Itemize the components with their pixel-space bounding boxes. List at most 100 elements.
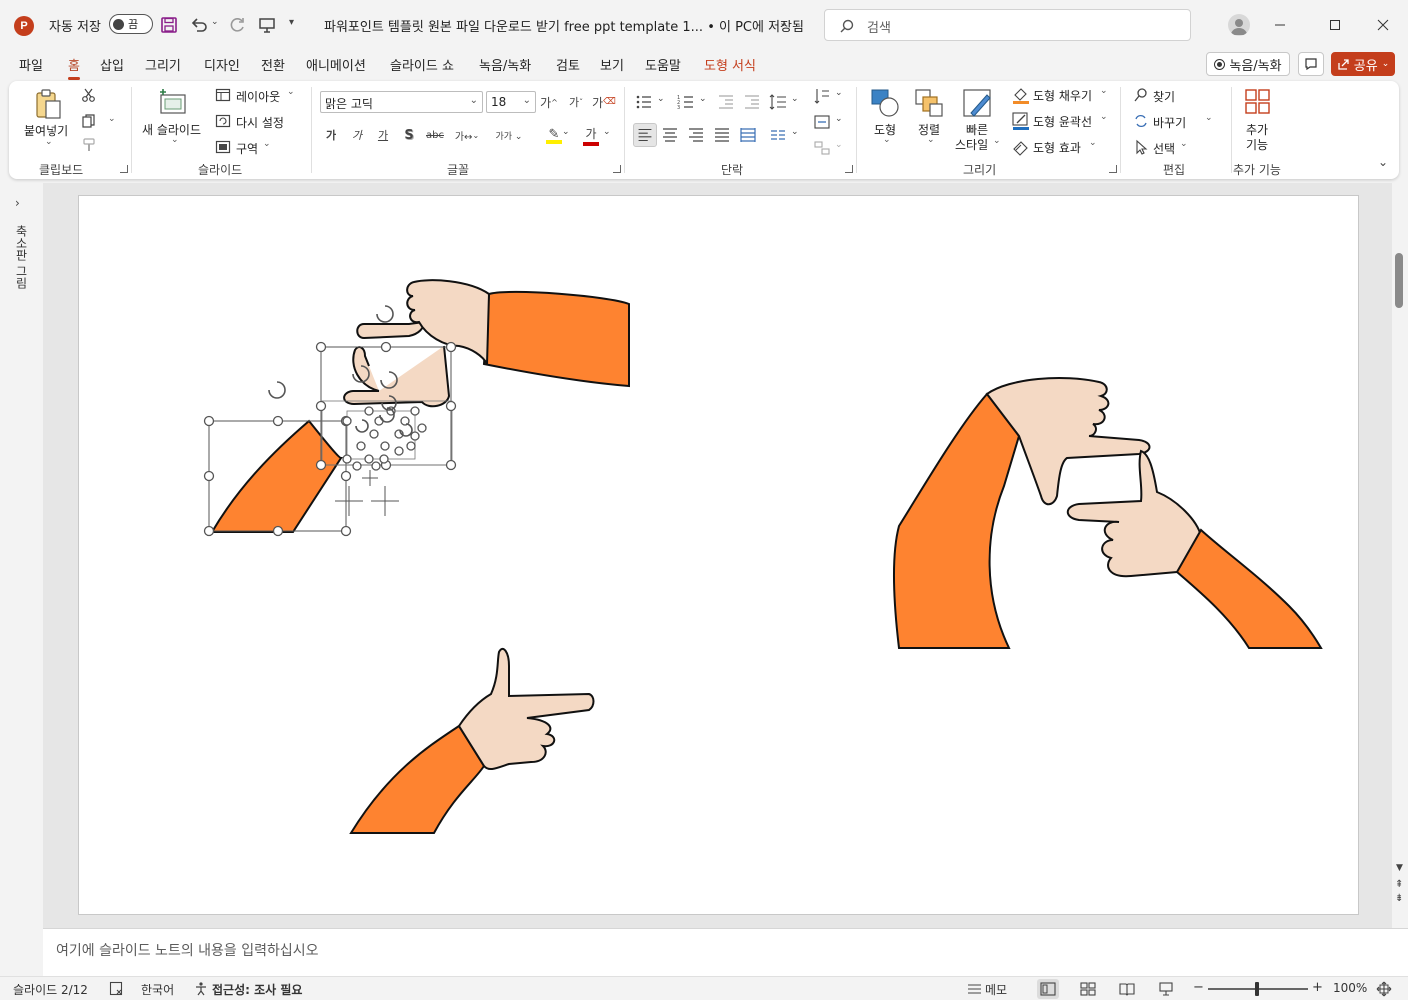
align-right-icon[interactable] [687, 126, 705, 144]
paste-dropdown-icon[interactable]: ⌄ [45, 137, 53, 147]
new-slide-icon[interactable] [157, 87, 189, 119]
cut-icon[interactable] [81, 87, 97, 103]
close-button[interactable] [1368, 10, 1398, 40]
font-name-combo[interactable]: 맑은 고딕 ⌄ [320, 91, 483, 113]
tab-home[interactable]: 홈 [68, 55, 80, 80]
addins-icon[interactable] [1243, 87, 1273, 117]
tab-animations[interactable]: 애니메이션 [306, 55, 366, 74]
paragraph-dialog-launcher[interactable] [845, 165, 853, 173]
tab-slideshow[interactable]: 슬라이드 쇼 [390, 55, 454, 74]
reset-icon[interactable] [215, 113, 231, 129]
slide-canvas[interactable] [78, 195, 1359, 915]
shapes-dropdown-icon[interactable]: ⌄ [883, 135, 891, 145]
shape-fill-icon[interactable] [1011, 85, 1031, 105]
undo-icon[interactable] [189, 15, 209, 35]
share-button[interactable]: 공유 ⌄ [1331, 52, 1395, 76]
slide-sorter-icon[interactable] [1080, 982, 1096, 996]
pointing-hand-graphic[interactable] [349, 647, 595, 834]
numbering-dropdown-icon[interactable]: ⌄ [699, 94, 707, 104]
zoom-in-icon[interactable]: + [1312, 980, 1323, 995]
columns-icon[interactable] [769, 126, 787, 144]
shapes-icon[interactable] [869, 87, 901, 119]
font-name-dropdown-icon[interactable]: ⌄ [470, 95, 478, 106]
font-dialog-launcher[interactable] [613, 165, 621, 173]
character-spacing-icon[interactable]: 가↔ ⌄ [453, 125, 481, 145]
smartart-icon[interactable] [813, 139, 831, 157]
paste-icon[interactable] [31, 87, 65, 121]
shape-effects-label[interactable]: 도형 효과 [1033, 139, 1081, 156]
line-spacing-dropdown-icon[interactable]: ⌄ [791, 94, 799, 104]
account-avatar[interactable] [1228, 14, 1250, 36]
text-direction-dropdown-icon[interactable]: ⌄ [835, 88, 843, 98]
justify-icon[interactable] [713, 126, 731, 144]
align-text-dropdown-icon[interactable]: ⌄ [835, 114, 843, 124]
line-spacing-icon[interactable] [769, 93, 787, 111]
hand-frame-topleft-graphic[interactable] [203, 279, 630, 537]
underline-icon[interactable]: 가 [373, 125, 393, 145]
redo-icon[interactable] [227, 15, 247, 35]
font-color-dropdown-icon[interactable]: ⌄ [603, 127, 611, 137]
layout-dropdown-icon[interactable]: ⌄ [287, 87, 295, 97]
tab-file[interactable]: 파일 [19, 55, 43, 74]
decrease-font-size-icon[interactable]: 가ˇ [567, 93, 585, 111]
save-icon[interactable] [160, 16, 178, 34]
quick-styles-label-2[interactable]: 스타일 [955, 136, 988, 153]
shadow-icon[interactable]: S [399, 125, 419, 145]
align-center-icon[interactable] [661, 126, 679, 144]
scrollbar-thumb[interactable] [1395, 253, 1403, 308]
shape-fill-label[interactable]: 도형 채우기 [1033, 87, 1092, 104]
expand-thumbnails-icon[interactable]: › [15, 196, 20, 210]
addins-label-2[interactable]: 기능 [1246, 136, 1268, 153]
title-dropdown-icon[interactable]: ⌄ [779, 16, 788, 29]
text-direction-icon[interactable] [813, 87, 831, 105]
select-dropdown-icon[interactable]: ⌄ [1180, 139, 1188, 149]
find-label[interactable]: 찾기 [1153, 88, 1175, 105]
new-slide-dropdown-icon[interactable]: ⌄ [171, 135, 179, 145]
section-label[interactable]: 구역 [236, 140, 258, 157]
tab-draw[interactable]: 그리기 [145, 55, 181, 74]
select-icon[interactable] [1133, 139, 1149, 155]
notes-toggle-label[interactable]: 메모 [985, 981, 1007, 998]
tab-view[interactable]: 보기 [600, 55, 624, 74]
accessibility-icon[interactable] [194, 981, 209, 996]
reading-view-icon[interactable] [1119, 982, 1135, 996]
highlight-dropdown-icon[interactable]: ⌄ [562, 127, 570, 137]
copy-dropdown-icon[interactable]: ⌄ [108, 114, 116, 124]
presentation-icon[interactable] [257, 15, 277, 35]
notes-icon[interactable] [967, 982, 982, 996]
find-icon[interactable] [1133, 87, 1149, 103]
slideshow-view-icon[interactable] [1158, 982, 1174, 996]
thumbnails-label[interactable]: 축소판 그림 [13, 225, 30, 289]
search-box[interactable]: 검색 [824, 9, 1191, 41]
bold-icon[interactable]: 가 [321, 125, 341, 145]
copy-icon[interactable] [81, 113, 97, 129]
shape-effects-icon[interactable] [1011, 137, 1031, 157]
distributed-icon[interactable] [739, 126, 757, 144]
tab-shape-format[interactable]: 도형 서식 [704, 55, 756, 74]
tab-transitions[interactable]: 전환 [261, 55, 285, 74]
accessibility-status[interactable]: 접근성: 조사 필요 [212, 981, 302, 998]
replace-dropdown-icon[interactable]: ⌄ [1205, 113, 1213, 123]
change-case-icon[interactable]: 가가 ⌄ [493, 125, 525, 145]
increase-indent-icon[interactable] [743, 93, 761, 111]
clear-formatting-icon[interactable]: 가 ⌫ [592, 93, 616, 111]
tab-help[interactable]: 도움말 [645, 55, 681, 74]
quick-styles-dropdown-icon[interactable]: ⌄ [993, 136, 1001, 146]
replace-icon[interactable] [1133, 113, 1149, 129]
zoom-level[interactable]: 100% [1333, 981, 1367, 995]
vertical-scrollbar[interactable]: ▼ ⇞ ⇟ [1392, 183, 1408, 928]
language-indicator[interactable]: 한국어 [141, 981, 174, 998]
zoom-out-icon[interactable]: − [1193, 980, 1204, 995]
strikethrough-icon[interactable]: abc [425, 125, 445, 145]
tab-review[interactable]: 검토 [556, 55, 580, 74]
shape-outline-dropdown-icon[interactable]: ⌄ [1100, 112, 1108, 122]
document-title[interactable]: 파워포인트 템플릿 원본 파일 다운로드 받기 free ppt templat… [324, 16, 804, 35]
replace-label[interactable]: 바꾸기 [1153, 114, 1186, 131]
numbering-icon[interactable]: 123 [677, 93, 695, 111]
slide-indicator[interactable]: 슬라이드 2/12 [13, 981, 88, 998]
align-text-icon[interactable] [813, 113, 831, 131]
arrange-icon[interactable] [913, 87, 945, 119]
comments-button[interactable] [1298, 52, 1324, 76]
drawing-dialog-launcher[interactable] [1109, 165, 1117, 173]
format-painter-icon[interactable] [81, 137, 97, 153]
